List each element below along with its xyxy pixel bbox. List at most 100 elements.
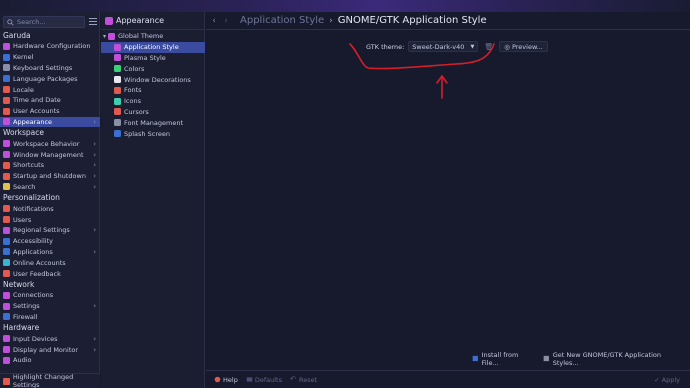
search-icon bbox=[3, 183, 10, 191]
get-new-styles-label: Get New GNOME/GTK Application Styles... bbox=[552, 350, 661, 367]
sidebar-item-keyboard-settings[interactable]: Keyboard Settings bbox=[0, 63, 100, 74]
download-icon bbox=[543, 355, 550, 362]
install-from-file-button[interactable]: Install from File... bbox=[472, 351, 534, 367]
appearance-item-fonts[interactable]: Fonts bbox=[101, 85, 205, 96]
chevron-right-icon: › bbox=[93, 247, 96, 256]
appearance-title: Appearance bbox=[116, 16, 165, 25]
appearance-item-window-decorations[interactable]: Window Decorations bbox=[101, 74, 205, 85]
defaults-button[interactable]: Defaults bbox=[246, 376, 282, 384]
audio-icon bbox=[3, 356, 10, 364]
chevron-right-icon: › bbox=[93, 226, 96, 235]
sidebar-category-workspace: Workspace bbox=[3, 128, 44, 138]
appearance-item-label: Cursors bbox=[124, 107, 149, 116]
chevron-down-icon: ▼ bbox=[470, 43, 475, 50]
sidebar-item-label: Search bbox=[13, 182, 36, 191]
sidebar-item-user-accounts[interactable]: User Accounts bbox=[0, 106, 100, 117]
chevron-right-icon: › bbox=[93, 117, 96, 126]
apply-button[interactable]: ✓ Apply bbox=[654, 376, 680, 384]
sidebar-item-label: Hardware Configuration bbox=[13, 42, 91, 51]
forward-icon[interactable]: › bbox=[220, 16, 232, 26]
appearance-item-plasma-style[interactable]: Plasma Style bbox=[101, 53, 205, 64]
help-button[interactable]: Help bbox=[214, 376, 238, 384]
appearance-item-colors[interactable]: Colors bbox=[101, 63, 205, 74]
sidebar-item-kernel[interactable]: Kernel bbox=[0, 52, 100, 63]
online-accounts-icon bbox=[3, 259, 10, 267]
sidebar: Search... Garuda Hardware Configuration Ke… bbox=[0, 12, 100, 388]
global-theme-icon bbox=[108, 32, 116, 40]
appearance-item-cursors[interactable]: Cursors bbox=[101, 107, 205, 118]
window-titlebar bbox=[0, 0, 690, 12]
help-label: Help bbox=[223, 375, 238, 384]
appearance-item-splash-screen[interactable]: Splash Screen bbox=[101, 128, 205, 139]
sidebar-item-notifications[interactable]: Notifications bbox=[0, 203, 100, 214]
accessibility-icon bbox=[3, 237, 10, 245]
appearance-item-font-management[interactable]: Font Management bbox=[101, 117, 205, 128]
sidebar-item-appearance[interactable]: Appearance › bbox=[0, 116, 100, 128]
display-and-monitor-icon bbox=[3, 346, 10, 354]
sidebar-item-label: Language Packages bbox=[13, 74, 78, 83]
sidebar-item-locale[interactable]: Locale bbox=[0, 84, 100, 95]
sidebar-item-label: Shortcuts bbox=[13, 161, 45, 170]
defaults-label: Defaults bbox=[254, 375, 282, 384]
breadcrumb-prev[interactable]: Application Style bbox=[240, 15, 324, 26]
appearance-item-label: Window Decorations bbox=[124, 75, 191, 84]
chevron-right-icon: › bbox=[93, 345, 96, 354]
sidebar-item-label: Audio bbox=[13, 356, 32, 365]
preview-button[interactable]: ◎ Preview... bbox=[499, 41, 548, 52]
search-input[interactable]: Search... bbox=[3, 16, 85, 28]
sidebar-item-user-feedback[interactable]: User Feedback bbox=[0, 268, 100, 279]
sidebar-item-search[interactable]: Search › bbox=[0, 182, 100, 193]
sidebar-item-online-accounts[interactable]: Online Accounts bbox=[0, 257, 100, 268]
appearance-item-global-theme[interactable]: ▾ Global Theme bbox=[101, 31, 205, 42]
sidebar-item-users[interactable]: Users bbox=[0, 214, 100, 225]
firewall-icon bbox=[3, 313, 10, 321]
highlight-changed-label: Highlight Changed Settings bbox=[12, 373, 74, 388]
users-icon bbox=[3, 216, 10, 224]
sidebar-item-time-and-date[interactable]: Time and Date bbox=[0, 95, 100, 106]
sidebar-item-label: Window Management bbox=[13, 150, 84, 159]
window-decorations-icon bbox=[114, 76, 121, 84]
locale-icon bbox=[3, 86, 10, 94]
sidebar-item-display-and-monitor[interactable]: Display and Monitor › bbox=[0, 344, 100, 355]
font-management-icon bbox=[114, 119, 121, 127]
gtk-theme-label: GTK theme: bbox=[366, 42, 405, 51]
sidebar-item-connections[interactable]: Connections bbox=[0, 290, 100, 301]
sidebar-item-applications[interactable]: Applications › bbox=[0, 247, 100, 258]
appearance-item-application-style[interactable]: Application Style bbox=[101, 41, 205, 53]
appearance-item-label: Global Theme bbox=[118, 32, 164, 41]
sidebar-category-garuda: Garuda bbox=[3, 31, 31, 40]
sidebar-item-startup-and-shutdown[interactable]: Startup and Shutdown › bbox=[0, 171, 100, 182]
sidebar-item-input-devices[interactable]: Input Devices › bbox=[0, 333, 100, 344]
trash-icon[interactable]: 🗑 bbox=[484, 42, 493, 51]
appearance-item-icons[interactable]: Icons bbox=[101, 96, 205, 107]
reset-button[interactable]: ↶ Reset bbox=[290, 376, 317, 384]
back-icon[interactable]: ‹ bbox=[208, 16, 220, 26]
appearance-pane: Appearance ▾ Global Theme Application Styl… bbox=[101, 12, 205, 388]
hamburger-menu-icon[interactable] bbox=[89, 17, 97, 26]
page-title: GNOME/GTK Application Style bbox=[337, 15, 487, 26]
sidebar-item-window-management[interactable]: Window Management › bbox=[0, 149, 100, 160]
sidebar-item-label: Keyboard Settings bbox=[13, 63, 73, 72]
sidebar-item-settings[interactable]: Settings › bbox=[0, 301, 100, 312]
sidebar-item-label: Workspace Behavior bbox=[13, 139, 80, 148]
sidebar-item-shortcuts[interactable]: Shortcuts › bbox=[0, 160, 100, 171]
sidebar-item-firewall[interactable]: Firewall bbox=[0, 312, 100, 323]
sidebar-category-hardware: Hardware bbox=[3, 323, 40, 333]
sidebar-item-language-packages[interactable]: Language Packages bbox=[0, 73, 100, 84]
chevron-right-icon: › bbox=[93, 150, 96, 159]
sidebar-item-audio[interactable]: Audio bbox=[0, 355, 100, 366]
sidebar-item-hardware-configuration[interactable]: Hardware Configuration bbox=[0, 41, 100, 52]
sidebar-item-accessibility[interactable]: Accessibility bbox=[0, 236, 100, 247]
sidebar-item-workspace-behavior[interactable]: Workspace Behavior › bbox=[0, 138, 100, 149]
appearance-item-label: Colors bbox=[124, 64, 145, 73]
get-new-styles-button[interactable]: Get New GNOME/GTK Application Styles... bbox=[543, 351, 681, 367]
highlight-changed-settings-button[interactable]: Highlight Changed Settings bbox=[0, 373, 100, 388]
sidebar-item-label: Settings bbox=[13, 302, 40, 311]
breadcrumb: ‹ › Application Style › GNOME/GTK Applic… bbox=[206, 12, 690, 30]
gtk-theme-select[interactable]: Sweet-Dark-v40 ▼ bbox=[408, 41, 479, 52]
sidebar-list: Garuda Hardware Configuration Kernel Keyboa… bbox=[0, 30, 100, 366]
sidebar-item-regional-settings[interactable]: Regional Settings › bbox=[0, 225, 100, 236]
sidebar-item-label: Connections bbox=[13, 291, 54, 300]
chevron-right-icon: › bbox=[93, 172, 96, 181]
bottom-bar: Help Defaults ↶ Reset ✓ Apply bbox=[206, 370, 690, 388]
